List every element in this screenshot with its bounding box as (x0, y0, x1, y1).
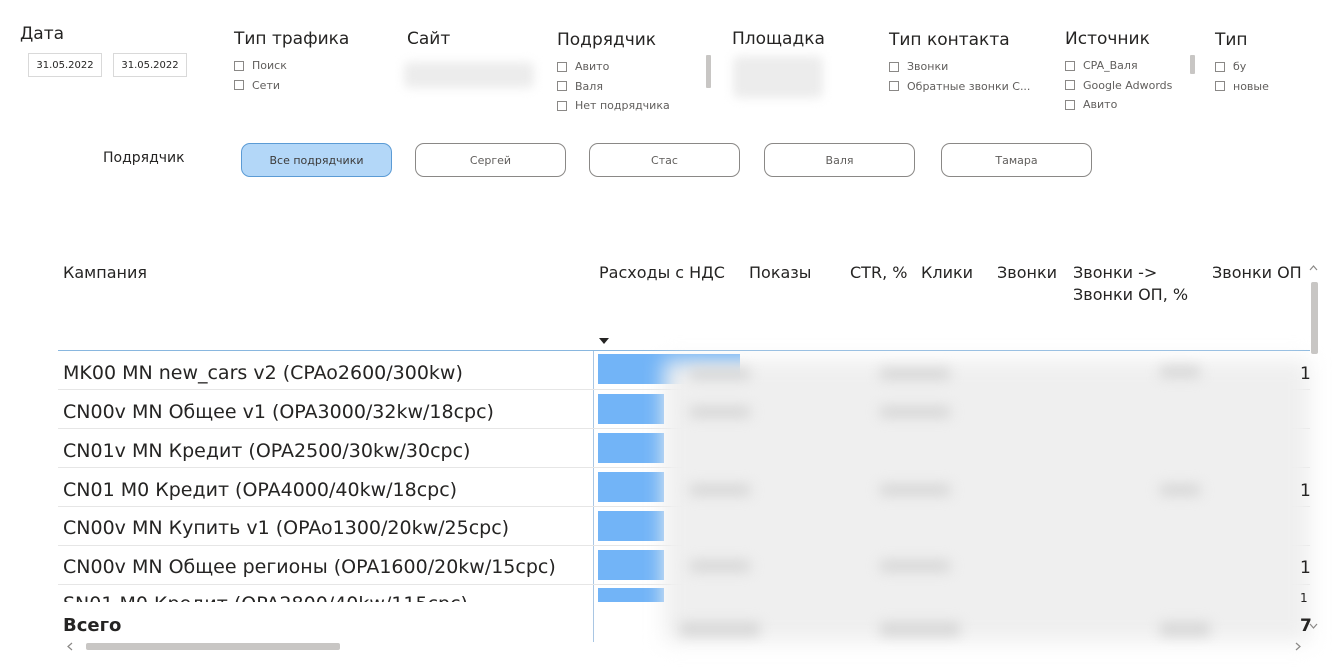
redacted-value (690, 560, 750, 572)
redacted-value (1160, 366, 1200, 378)
contractor-option[interactable]: Валя (557, 77, 670, 97)
checkbox-icon[interactable] (889, 81, 899, 92)
contractor-list-scrollbar[interactable] (706, 55, 711, 88)
checkbox-icon[interactable] (557, 100, 567, 111)
redacted-value (880, 368, 950, 380)
column-header-calls-conversion[interactable]: Звонки -> Звонки ОП, % (1073, 262, 1213, 306)
column-header-calls[interactable]: Звонки (997, 262, 1057, 284)
traffic-type-filter-label: Тип трафика (234, 29, 350, 49)
vertical-scrollbar-thumb[interactable] (1311, 282, 1318, 354)
source-option[interactable]: Google Adwords (1065, 76, 1172, 96)
site-filter-redacted[interactable] (404, 62, 534, 88)
site-filter-label: Сайт (407, 29, 451, 49)
date-to-input[interactable]: 31.05.2022 (113, 53, 187, 77)
date-filter-label: Дата (20, 24, 65, 44)
checkbox-icon[interactable] (234, 60, 244, 71)
column-header-impressions[interactable]: Показы (749, 262, 811, 284)
contact-type-option[interactable]: Обратные звонки С... (889, 77, 1030, 97)
checkbox-icon[interactable] (1215, 81, 1225, 92)
checkbox-icon[interactable] (1215, 61, 1225, 72)
column-header-spend[interactable]: Расходы с НДС (599, 262, 725, 284)
column-header-campaign[interactable]: Кампания (63, 262, 147, 284)
table-row-campaign: CN01 M0 Кредит (OPA4000/40kw/18cpc) (63, 479, 458, 501)
type-option[interactable]: бу (1215, 57, 1269, 77)
source-list-scrollbar[interactable] (1190, 55, 1195, 74)
table-row-campaign: SN01 M0 Кредит (OPA2800/40kw/115cpc) (63, 592, 468, 602)
table-row-campaign: MK00 MN new_cars v2 (CPAo2600/300kw) (63, 362, 463, 384)
column-header-clicks[interactable]: Клики (921, 262, 973, 284)
column-header-calls-op[interactable]: Звонки ОП (1212, 262, 1306, 284)
redacted-values (664, 360, 1310, 642)
redacted-value (880, 560, 950, 572)
redacted-value (690, 406, 750, 418)
chevron-up-icon[interactable] (1309, 264, 1318, 272)
type-filter-label: Тип (1215, 30, 1248, 50)
traffic-type-option[interactable]: Сети (234, 76, 287, 96)
header-divider (58, 350, 1310, 351)
button-contractor-stas[interactable]: Стас (589, 143, 740, 177)
contact-type-filter-label: Тип контакта (889, 30, 1010, 50)
redacted-value (680, 622, 760, 636)
contact-type-option[interactable]: Звонки (889, 57, 1030, 77)
source-filter-label: Источник (1065, 29, 1150, 49)
type-option[interactable]: новые (1215, 77, 1269, 97)
redacted-value (880, 484, 950, 496)
spend-bar (598, 472, 664, 502)
table-row-campaign: CN00v MN Общее v1 (OPA3000/32kw/18cpc) (63, 401, 494, 423)
chevron-left-icon[interactable] (66, 642, 74, 651)
row-calls-op-value: 1 (1300, 558, 1311, 578)
checkbox-icon[interactable] (234, 80, 244, 91)
table-row-campaign: CN00v MN Общее регионы (OPA1600/20kw/15c… (63, 556, 556, 578)
chevron-down-icon[interactable] (1309, 622, 1318, 630)
traffic-type-option[interactable]: Поиск (234, 56, 287, 76)
contractor-options: Авито Валя Нет подрядчика (557, 57, 670, 116)
table-total-label: Всего (63, 615, 122, 636)
source-option[interactable]: CPA_Валя (1065, 56, 1172, 76)
chevron-right-icon[interactable] (1294, 642, 1302, 651)
contractor-filter-label: Подрядчик (557, 30, 657, 50)
contractor-option[interactable]: Авито (557, 57, 670, 77)
redacted-value (1160, 622, 1210, 636)
button-all-contractors[interactable]: Все подрядчики (241, 143, 392, 177)
spend-bar (598, 588, 664, 602)
spend-bar (598, 433, 664, 463)
platform-filter-redacted[interactable] (733, 56, 823, 98)
horizontal-scrollbar-thumb[interactable] (86, 643, 340, 650)
checkbox-icon[interactable] (557, 81, 567, 92)
redacted-value (690, 368, 750, 380)
partial-row-clip: SN01 M0 Кредит (OPA2800/40kw/115cpc) (58, 588, 593, 602)
button-contractor-sergey[interactable]: Сергей (415, 143, 566, 177)
redacted-value (1160, 484, 1200, 496)
redacted-value (880, 622, 960, 636)
row-calls-op-value: 1 (1300, 364, 1311, 384)
row-calls-op-value: 1 (1300, 591, 1308, 605)
button-contractor-valya[interactable]: Валя (764, 143, 915, 177)
source-options: CPA_Валя Google Adwords Авито (1065, 56, 1172, 115)
contractor-option[interactable]: Нет подрядчика (557, 96, 670, 116)
checkbox-icon[interactable] (1065, 80, 1075, 91)
contact-type-options: Звонки Обратные звонки С... (889, 57, 1030, 96)
redacted-value (690, 484, 750, 496)
type-options: бу новые (1215, 57, 1269, 96)
checkbox-icon[interactable] (889, 61, 899, 72)
table-row-campaign: CN01v MN Кредит (OPA2500/30kw/30cpc) (63, 440, 471, 462)
table-row-campaign: CN00v MN Купить v1 (OPAo1300/20kw/25cpc) (63, 517, 510, 539)
spend-bar (598, 511, 664, 541)
traffic-type-options: Поиск Сети (234, 56, 287, 95)
spend-bar (598, 550, 664, 580)
checkbox-icon[interactable] (1065, 99, 1075, 110)
redacted-value (880, 406, 950, 418)
contractor-selector-label: Подрядчик (103, 150, 185, 166)
date-from-input[interactable]: 31.05.2022 (28, 53, 102, 77)
sort-desc-icon[interactable] (598, 337, 610, 345)
checkbox-icon[interactable] (1065, 60, 1075, 71)
row-calls-op-value: 1 (1300, 481, 1311, 501)
button-contractor-tamara[interactable]: Тамара (941, 143, 1092, 177)
spend-bar (598, 394, 664, 424)
platform-filter-label: Площадка (732, 29, 825, 49)
column-divider (593, 351, 594, 642)
column-header-ctr[interactable]: CTR, % (850, 262, 907, 284)
checkbox-icon[interactable] (557, 61, 567, 72)
source-option[interactable]: Авито (1065, 95, 1172, 115)
